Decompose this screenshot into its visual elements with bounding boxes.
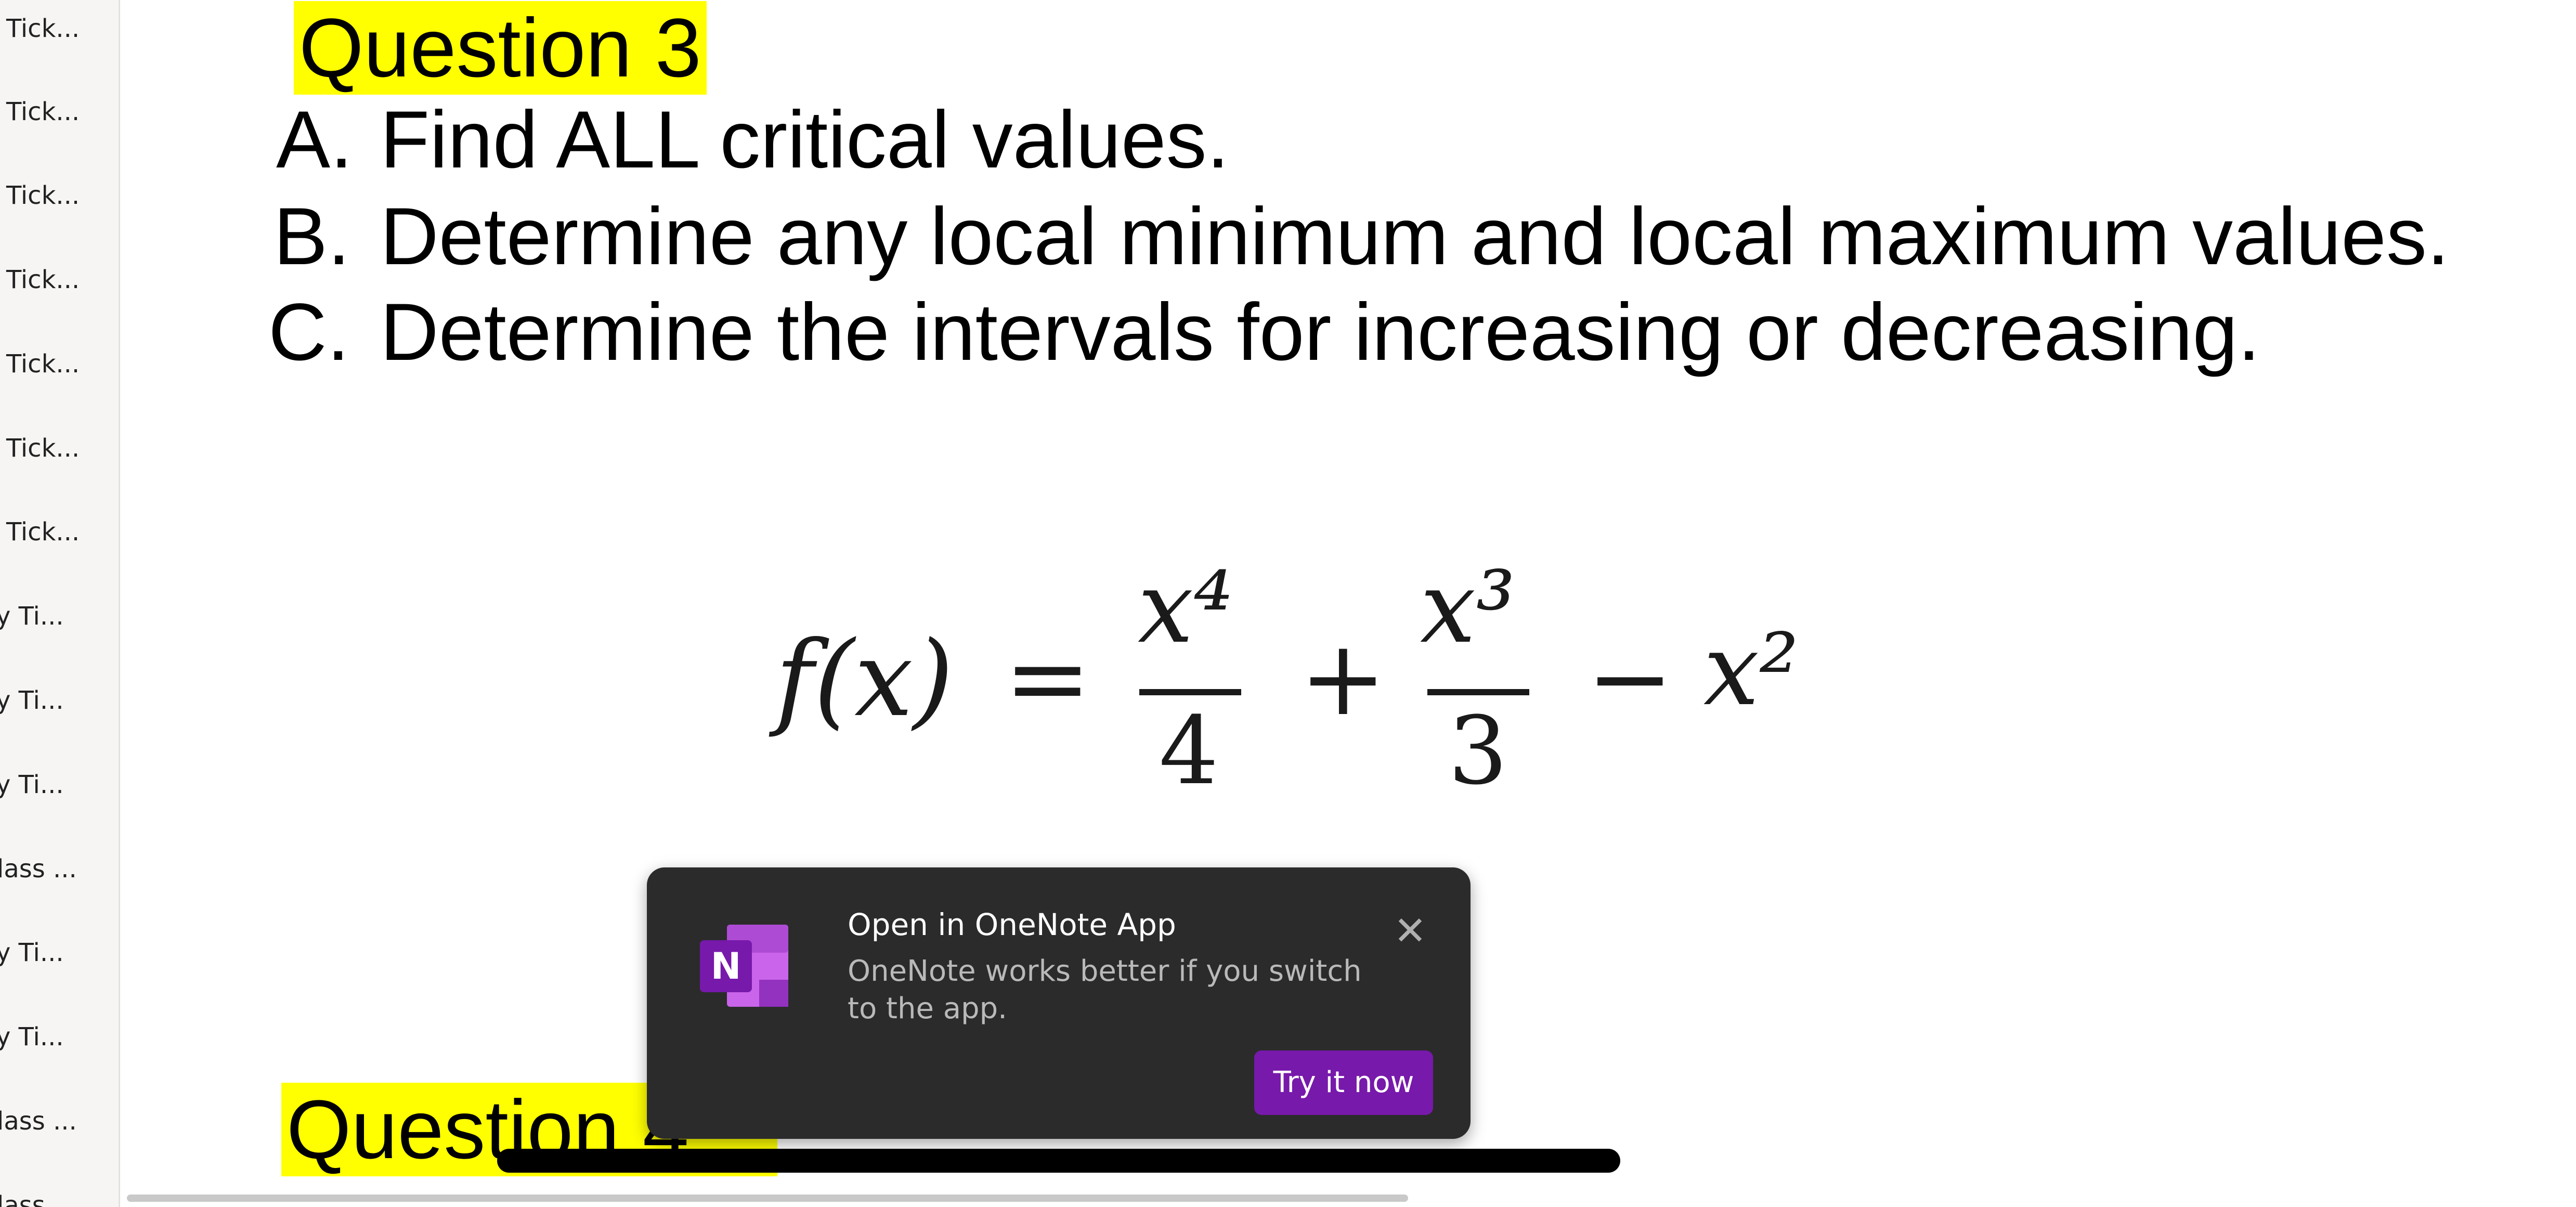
item-marker: A. [276, 95, 353, 185]
sidebar-page-item[interactable]: lass... [0, 1177, 119, 1207]
page-list-sidebar: Tick... Tick... Tick... Tick... Tick... … [0, 0, 120, 1207]
sidebar-page-label: Tick... [6, 349, 80, 379]
sidebar-page-label: y Ti... [0, 938, 64, 967]
equation-minus: − [1586, 618, 1674, 739]
sidebar-page-item[interactable]: Tick... [0, 83, 119, 140]
sidebar-page-item[interactable]: lass ... [0, 840, 119, 898]
sidebar-page-label: y Ti... [0, 770, 64, 799]
sidebar-page-item[interactable]: Tick... [0, 420, 119, 477]
sidebar-page-label: Tick... [6, 517, 80, 547]
question-item-a-text: Find ALL critical values. [380, 95, 1229, 185]
item-marker: B. [274, 191, 350, 282]
question-item-c-text: Determine the intervals for increasing o… [380, 287, 2260, 378]
horizontal-scrollbar[interactable] [127, 1195, 1408, 1202]
sidebar-page-label: Tick... [6, 14, 80, 43]
sidebar-page-item[interactable]: Tick... [0, 0, 119, 57]
close-icon[interactable]: ✕ [1389, 910, 1431, 952]
equation-term2-numerator: x³ [1420, 550, 1516, 665]
sidebar-page-label: y Ti... [0, 686, 64, 715]
sidebar-page-label: Tick... [6, 181, 80, 210]
sidebar-page-item[interactable]: y Ti... [0, 924, 119, 981]
sidebar-page-item[interactable]: Tick... [0, 335, 119, 393]
sidebar-page-label: lass... [0, 1191, 69, 1207]
sidebar-page-label: Tick... [6, 434, 80, 463]
sidebar-page-label: Tick... [6, 265, 80, 294]
equation-lhs: f(x) [775, 619, 954, 740]
sidebar-page-item[interactable]: Tick... [0, 251, 119, 308]
question-3-heading: Question 3 [294, 1, 707, 95]
open-in-app-toast: N Open in OneNote App OneNote works bett… [647, 867, 1471, 1139]
onenote-logo-icon: N [697, 922, 792, 1010]
sidebar-page-item[interactable]: y Ti... [0, 672, 119, 729]
toast-title: Open in OneNote App [848, 907, 1176, 942]
sidebar-page-label: lass ... [0, 1107, 77, 1136]
equation-term3: x² [1703, 613, 1799, 728]
sidebar-page-label: lass ... [0, 854, 77, 884]
sidebar-page-label: y Ti... [0, 1022, 64, 1052]
equation-term1-numerator: x⁴ [1138, 550, 1233, 665]
question-item-b: B. [274, 188, 350, 285]
sidebar-page-item[interactable]: y Ti... [0, 1008, 119, 1066]
sidebar-page-label: Tick... [6, 97, 80, 126]
fraction-bar [1139, 689, 1241, 695]
fraction-bar [1427, 689, 1529, 695]
equation-plus: + [1299, 618, 1387, 739]
equation-term1-denominator: 4 [1159, 697, 1219, 806]
sidebar-page-item[interactable]: Tick... [0, 167, 119, 224]
sidebar-page-item[interactable]: y Ti... [0, 588, 119, 645]
question-item-c: C. [268, 284, 349, 381]
sidebar-page-item[interactable]: y Ti... [0, 756, 119, 813]
function-equation: f(x) = x⁴ 4 + x³ 3 − x² [775, 550, 1971, 806]
drag-handle-bar[interactable] [497, 1149, 1620, 1173]
sidebar-page-label: y Ti... [0, 602, 64, 631]
sidebar-page-item[interactable]: Tick... [0, 503, 119, 561]
try-it-now-button[interactable]: Try it now [1254, 1050, 1433, 1115]
item-marker: C. [268, 287, 349, 378]
equation-equals: = [1004, 618, 1091, 739]
sidebar-page-item[interactable]: lass ... [0, 1093, 119, 1150]
onenote-logo-letter: N [711, 945, 741, 988]
equation-term2-denominator: 3 [1448, 697, 1508, 806]
toast-message: OneNote works better if you switch to th… [848, 954, 1362, 1026]
question-item-b-text: Determine any local minimum and local ma… [380, 191, 2450, 282]
question-item-a: A. [276, 92, 353, 188]
